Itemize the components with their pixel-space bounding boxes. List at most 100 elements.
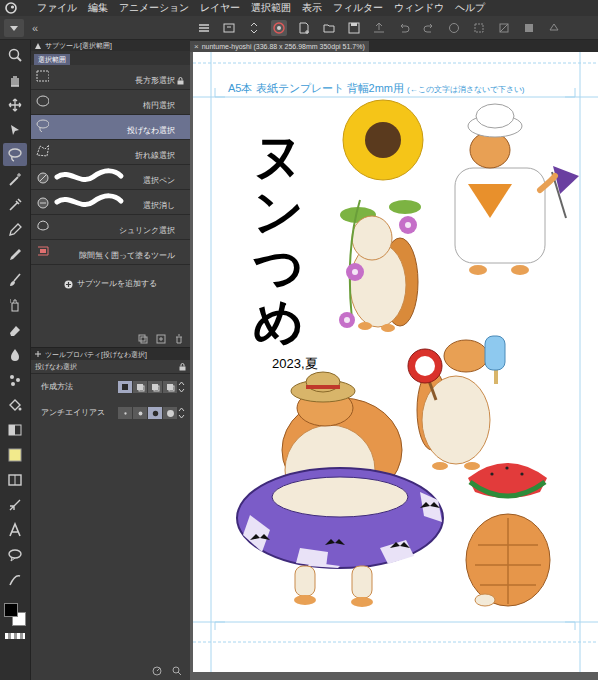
option-button[interactable] (118, 381, 132, 393)
subtool-item[interactable]: 投げなわ選択 (31, 115, 190, 140)
subtool-group-tab[interactable]: 選択範囲 (34, 54, 70, 65)
tool-button[interactable] (3, 343, 27, 366)
save-button[interactable] (346, 20, 362, 36)
export-icon (372, 21, 386, 35)
top-row: « (0, 16, 598, 40)
fill-selection-icon (547, 21, 561, 35)
tool-property-panel: ツールプロパティ[投げなわ選択]投げなわ選択作成方法アンチエイリアス (31, 347, 190, 680)
pen-icon (7, 222, 23, 238)
tool-button[interactable] (3, 218, 27, 241)
cover-title: ヌンつめ (253, 130, 303, 350)
subtool-panel: サブツール[選択範囲] 選択範囲長方形選択楕円選択投げなわ選択折れ線選択選択ペン選… (31, 40, 190, 347)
document-tab[interactable]: ×nuntume-hyoshi (336.88 x 256.98mm 350dp… (190, 41, 369, 52)
subtool-item-label: 投げなわ選択 (127, 126, 175, 136)
subtool-panel-icon (34, 42, 42, 50)
selection-mode-icon (151, 383, 160, 392)
close-tab-button[interactable]: × (194, 42, 199, 51)
subtool-item[interactable]: 楕円選択 (31, 90, 190, 115)
option-button[interactable] (118, 407, 132, 419)
menu-item[interactable]: アニメーション (119, 1, 189, 15)
option-button[interactable] (148, 407, 162, 419)
subtool-title: サブツール[選択範囲] (45, 41, 112, 50)
guide-lines (193, 52, 598, 672)
preview-button[interactable] (221, 20, 237, 36)
tool-button[interactable] (3, 68, 27, 91)
subtool-item[interactable]: 選択ペン (31, 165, 190, 190)
tool-button[interactable] (3, 143, 27, 166)
subtool-item-label: 隙間無く囲って塗るツール (79, 251, 175, 261)
tool-button[interactable] (3, 518, 27, 541)
operation-icon (7, 122, 23, 138)
menu-button[interactable] (196, 20, 212, 36)
menu-item[interactable]: ウィンドウ (394, 1, 444, 15)
transform-button[interactable] (471, 20, 487, 36)
tool-button[interactable] (3, 243, 27, 266)
subtool-item[interactable]: シュリンク選択 (31, 215, 190, 240)
deselect-button[interactable] (496, 20, 512, 36)
export-button[interactable] (371, 20, 387, 36)
option-button[interactable] (148, 381, 162, 393)
open-folder-button[interactable] (321, 20, 337, 36)
tool-menu-button[interactable] (4, 19, 24, 37)
subtool-item-label: 選択消し (143, 201, 175, 211)
tool-button[interactable] (3, 418, 27, 441)
subtool-item-label-group: 隙間無く囲って塗るツール (79, 251, 184, 261)
tool-button[interactable] (3, 168, 27, 191)
undo-button[interactable] (396, 20, 412, 36)
selection-pen-icon (35, 170, 49, 184)
brush-stroke-preview-icon (53, 168, 125, 186)
canvas-page[interactable]: A5本 表紙テンプレート 背幅2mm用(←この文字は消さないで下さい)ヌンつめ2… (193, 52, 598, 672)
save-icon (347, 21, 361, 35)
tool-button[interactable] (3, 393, 27, 416)
companion-button[interactable] (271, 20, 287, 36)
invert-button[interactable] (521, 20, 537, 36)
tool-button[interactable] (3, 118, 27, 141)
tool-button[interactable] (3, 543, 27, 566)
collapse-button[interactable]: « (32, 22, 38, 34)
tool-button[interactable] (3, 193, 27, 216)
menu-item[interactable]: フィルター (333, 1, 383, 15)
menu-item[interactable]: 選択範囲 (251, 1, 291, 15)
tool-button[interactable] (3, 368, 27, 391)
tool-property-footer (31, 662, 190, 680)
add-subtool-button[interactable]: サブツールを追加する (31, 273, 190, 295)
tool-button[interactable] (3, 293, 27, 316)
blend-icon (7, 347, 23, 363)
subtool-item-preview (35, 90, 49, 107)
main-color-swatch[interactable] (4, 603, 18, 617)
option-button[interactable] (133, 407, 147, 419)
tool-button[interactable] (3, 268, 27, 291)
copy-subtool-icon (138, 334, 148, 344)
tool-button[interactable] (3, 568, 27, 591)
new-file-button[interactable] (296, 20, 312, 36)
subtool-item[interactable]: 折れ線選択 (31, 140, 190, 165)
property-spacer (31, 426, 190, 662)
subtool-item[interactable]: 選択消し (31, 190, 190, 215)
option-button[interactable] (133, 381, 147, 393)
tool-strip (0, 40, 30, 680)
tool-button[interactable] (3, 93, 27, 116)
tool-button[interactable] (3, 318, 27, 341)
menu-item[interactable]: 表示 (302, 1, 322, 15)
tool-button[interactable] (3, 443, 27, 466)
subtool-item[interactable]: 隙間無く囲って塗るツール (31, 240, 190, 265)
dropdown-icon (9, 23, 19, 33)
tool-button[interactable] (3, 493, 27, 516)
tool-button[interactable] (3, 43, 27, 66)
option-button[interactable] (163, 381, 177, 393)
option-button[interactable] (163, 407, 177, 419)
transparent-color-swatch[interactable] (5, 633, 25, 639)
menu-item[interactable]: ヘルプ (455, 1, 485, 15)
menu-item[interactable]: 編集 (88, 1, 108, 15)
redo-button[interactable] (421, 20, 437, 36)
clear-button[interactable] (446, 20, 462, 36)
fill-selection-button[interactable] (546, 20, 562, 36)
subtool-item-label-group: 選択消し (143, 201, 184, 211)
menu-item[interactable]: レイヤー (200, 1, 240, 15)
subtool-item[interactable]: 長方形選択 (31, 65, 190, 90)
menu-item[interactable]: ファイル (37, 1, 77, 15)
spinner-button[interactable] (246, 20, 262, 36)
tool-button[interactable] (3, 468, 27, 491)
selection-eraser-icon (35, 195, 49, 209)
left-panels: サブツール[選択範囲] 選択範囲長方形選択楕円選択投げなわ選択折れ線選択選択ペン選… (30, 40, 190, 680)
